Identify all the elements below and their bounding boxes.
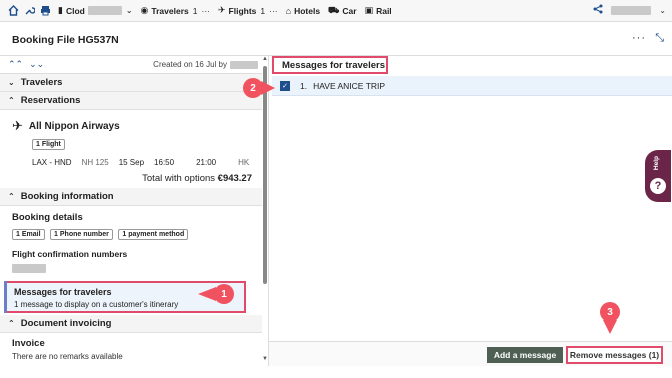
creator-redacted [230, 60, 258, 69]
user-name-redacted [611, 6, 652, 15]
chevron-up-icon: ⌃ [8, 96, 15, 105]
airline-row[interactable]: ✈ All Nippon Airways [0, 110, 262, 134]
toolbar-item-rail[interactable]: ▣ Rail [365, 5, 392, 16]
phone-chip: 1 Phone number [50, 229, 113, 240]
page-title: Booking File HG537N [12, 34, 119, 46]
flight-chip-row: 1 Flight [0, 138, 262, 150]
callout-3-pointer [603, 320, 617, 334]
hotel-icon: ⌂ [285, 5, 292, 16]
toolbar-item-car[interactable]: ⛟ Car [328, 5, 357, 17]
invoice-subtitle: There are no remarks available [12, 352, 123, 361]
chevron-up-icon: ⌃ [8, 319, 15, 328]
left-panel: ⌃⌃ ⌄⌄ Created on 16 Jul by ⌄ Travelers ⌃… [0, 56, 262, 366]
top-toolbar: ▮ Clod ⌄ ◉ Travelers 1 ··· ✈ Flights 1 ·… [0, 0, 672, 22]
chevron-down-icon[interactable]: ⌄ [126, 6, 133, 15]
collapse-all-icon[interactable]: ⌄⌄ [29, 59, 44, 70]
messages-panel-title: Messages for travelers [272, 56, 388, 74]
messages-footer: Add a message Remove messages (1) [269, 341, 672, 366]
section-document-invoicing[interactable]: ⌃ Document invoicing [0, 315, 262, 333]
bottom-strip [0, 366, 672, 378]
section-booking-information[interactable]: ⌃ Booking information [0, 188, 262, 206]
wrench-icon[interactable] [22, 4, 36, 18]
confirmation-number [0, 264, 262, 278]
user-icon: ◉ [140, 5, 149, 15]
booking-details-chips: 1 Email 1 Phone number 1 payment method [0, 228, 262, 240]
remove-messages-button[interactable]: Remove messages (1) [566, 346, 663, 364]
toolbar-item-travelers[interactable]: ◉ Travelers 1 ··· [141, 5, 210, 16]
plane-icon: ✈ [12, 118, 23, 133]
section-reservations[interactable]: ⌃ Reservations [0, 92, 262, 110]
more-icon[interactable]: ··· [201, 6, 210, 16]
booking-details-title: Booking details [12, 212, 83, 223]
chevron-up-icon: ⌃ [8, 192, 15, 201]
car-icon: ⛟ [328, 4, 340, 15]
payment-chip: 1 payment method [118, 229, 189, 240]
redacted-block [87, 6, 122, 15]
section-travelers[interactable]: ⌄ Travelers [0, 74, 262, 92]
flight-confirmation-title: Flight confirmation numbers [12, 249, 128, 259]
help-icon: ? [650, 178, 666, 194]
file-icon: ▮ [58, 5, 63, 15]
confirmation-redacted [12, 264, 46, 273]
created-info: Created on 16 Jul by [153, 60, 258, 69]
help-tab[interactable]: Help ? [645, 150, 671, 202]
email-chip: 1 Email [12, 229, 45, 240]
collapse-icon[interactable]: ⤡ [655, 32, 664, 45]
toolbar-item-hotels[interactable]: ⌂ Hotels [286, 6, 320, 16]
more-icon[interactable]: ··· [269, 6, 278, 16]
callout-3: 3 [600, 302, 620, 322]
booking-header: Booking File HG537N ··· ⤡ [0, 23, 672, 56]
chevron-down-icon: ⌄ [8, 78, 15, 87]
print-icon[interactable] [38, 4, 52, 18]
home-icon[interactable] [6, 4, 20, 18]
message-row[interactable]: ✓ 1. HAVE ANICE TRIP [272, 76, 672, 96]
checkbox-checked[interactable]: ✓ [280, 80, 290, 91]
flight-count-chip: 1 Flight [32, 139, 65, 150]
scrollbar-thumb[interactable] [263, 66, 267, 284]
share-icon[interactable] [593, 4, 603, 17]
plane-icon: ✈ [217, 5, 226, 15]
callout-2: 2 [243, 78, 263, 98]
toolbar-item-clod[interactable]: ▮ Clod ⌄ [58, 5, 133, 16]
callout-2-pointer [261, 81, 275, 95]
left-panel-toolbar: ⌃⌃ ⌄⌄ Created on 16 Jul by [0, 56, 262, 74]
add-message-button[interactable]: Add a message [487, 347, 563, 363]
flight-segment-row[interactable]: LAX - HND NH 125 15 Sep 16:50 21:00 HK [0, 158, 262, 167]
invoice-title: Invoice [12, 338, 45, 349]
toolbar-right: ⌄ [593, 4, 666, 17]
expand-all-icon[interactable]: ⌃⌃ [8, 59, 23, 70]
chevron-down-icon[interactable]: ⌄ [659, 6, 666, 15]
train-icon: ▣ [364, 5, 374, 15]
toolbar-item-flights[interactable]: ✈ Flights 1 ··· [218, 5, 278, 16]
callout-1: 1 [214, 284, 234, 304]
callout-1-pointer [198, 287, 216, 301]
total-price: Total with options €943.27 [142, 173, 252, 184]
more-options-icon[interactable]: ··· [632, 32, 646, 44]
